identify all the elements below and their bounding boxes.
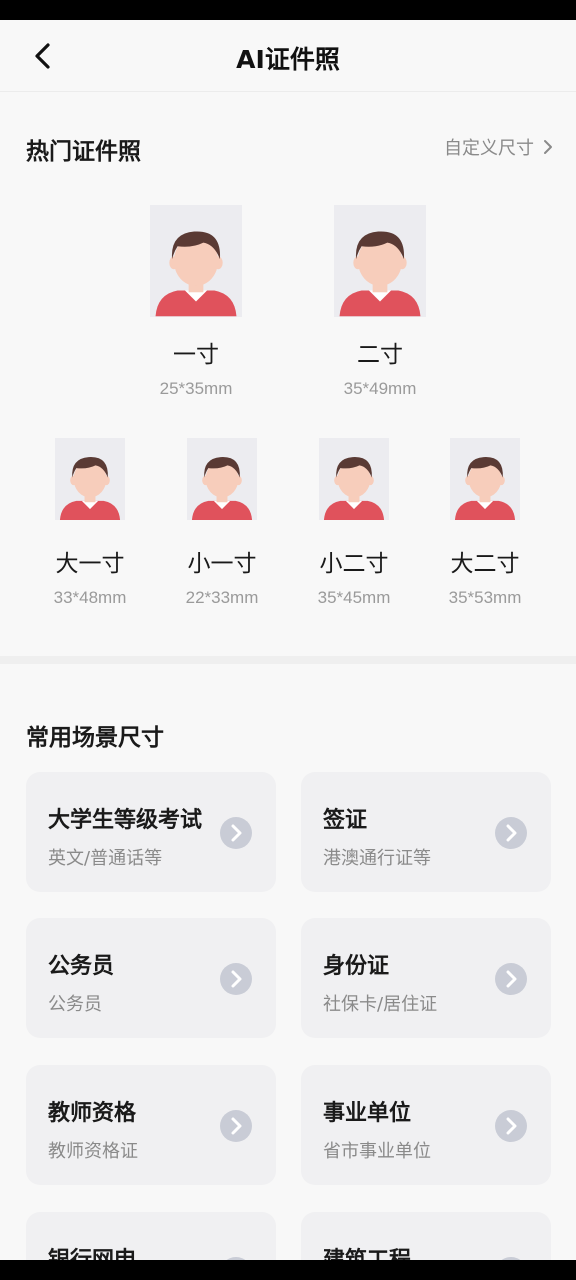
photo-name: 小一寸 [187, 551, 257, 577]
avatar-icon [319, 438, 389, 520]
arrow-right-icon [220, 963, 252, 995]
scene-title: 签证 [323, 808, 368, 833]
scene-card-visa[interactable]: 签证 港澳通行证等 [301, 772, 551, 892]
portrait-thumbnail [319, 438, 389, 520]
scene-card-bank[interactable]: 银行网申 [26, 1212, 276, 1260]
photo-dimensions: 35*53mm [448, 588, 522, 607]
portrait-thumbnail [187, 438, 257, 520]
photo-size-1inch[interactable]: 一寸 25*35mm [130, 205, 262, 399]
scene-title: 银行网申 [48, 1242, 136, 1260]
arrow-right-icon [495, 1110, 527, 1142]
scene-title: 教师资格 [48, 1101, 137, 1126]
custom-size-link[interactable]: 自定义尺寸 [444, 134, 554, 160]
chevron-right-icon [496, 964, 526, 994]
chevron-right-icon [221, 964, 251, 994]
scene-subtitle: 省市事业单位 [323, 1141, 431, 1162]
chevron-right-icon [496, 1111, 526, 1141]
scene-title: 公务员 [48, 954, 115, 979]
scene-title: 大学生等级考试 [48, 808, 203, 833]
scene-card-teacher[interactable]: 教师资格 教师资格证 [26, 1065, 276, 1185]
chevron-right-icon [221, 818, 251, 848]
portrait-thumbnail [150, 205, 242, 317]
top-bar: AI证件照 [0, 20, 576, 92]
page-title: AI证件照 [236, 45, 340, 74]
avatar-icon [55, 438, 125, 520]
avatar-icon [187, 438, 257, 520]
scene-card-construction[interactable]: 建筑工程 [301, 1212, 551, 1260]
photo-dimensions: 22*33mm [185, 588, 259, 607]
scene-title: 事业单位 [323, 1101, 412, 1126]
photo-name: 小二寸 [319, 551, 389, 577]
avatar-icon [334, 205, 426, 317]
photo-dimensions: 33*48mm [53, 588, 127, 607]
scene-subtitle: 港澳通行证等 [323, 848, 431, 869]
portrait-thumbnail [55, 438, 125, 520]
photo-size-large-1inch[interactable]: 大一寸 33*48mm [26, 438, 154, 608]
scene-subtitle: 社保卡/居住证 [323, 994, 438, 1015]
arrow-right-icon [495, 963, 527, 995]
avatar-icon [150, 205, 242, 317]
scene-card-civil-servant[interactable]: 公务员 公务员 [26, 918, 276, 1038]
scene-title: 身份证 [323, 954, 390, 979]
photo-name: 大一寸 [55, 551, 125, 577]
arrow-right-icon [495, 817, 527, 849]
photo-size-large-2inch[interactable]: 大二寸 35*53mm [421, 438, 549, 608]
scene-subtitle: 公务员 [48, 994, 102, 1015]
photo-name: 一寸 [173, 342, 219, 368]
scene-card-id-card[interactable]: 身份证 社保卡/居住证 [301, 918, 551, 1038]
app-screen: AI证件照 热门证件照 自定义尺寸 一寸 25*35mm 二寸 35*49mm [0, 20, 576, 1260]
arrow-right-icon [220, 817, 252, 849]
chevron-right-icon [221, 1111, 251, 1141]
scenes-section-title: 常用场景尺寸 [26, 725, 164, 751]
photo-size-small-2inch[interactable]: 小二寸 35*45mm [290, 438, 418, 608]
photo-dimensions: 25*35mm [159, 379, 233, 398]
section-divider [0, 656, 576, 664]
photo-name: 二寸 [357, 342, 403, 368]
arrow-right-icon [220, 1110, 252, 1142]
bottom-bar [0, 1260, 576, 1280]
scene-card-public-institution[interactable]: 事业单位 省市事业单位 [301, 1065, 551, 1185]
photo-dimensions: 35*49mm [343, 379, 417, 398]
scene-card-college-exam[interactable]: 大学生等级考试 英文/普通话等 [26, 772, 276, 892]
scene-title: 建筑工程 [323, 1242, 411, 1260]
photo-dimensions: 35*45mm [317, 588, 391, 607]
photo-size-small-1inch[interactable]: 小一寸 22*33mm [158, 438, 286, 608]
scene-subtitle: 英文/普通话等 [48, 848, 163, 869]
portrait-thumbnail [450, 438, 520, 520]
avatar-icon [450, 438, 520, 520]
photo-name: 大二寸 [450, 551, 520, 577]
chevron-right-icon [544, 140, 552, 154]
photo-size-2inch[interactable]: 二寸 35*49mm [314, 205, 446, 399]
custom-size-label: 自定义尺寸 [444, 138, 534, 159]
chevron-right-icon [496, 818, 526, 848]
portrait-thumbnail [334, 205, 426, 317]
scene-subtitle: 教师资格证 [48, 1141, 138, 1162]
hot-section-title: 热门证件照 [26, 139, 141, 165]
